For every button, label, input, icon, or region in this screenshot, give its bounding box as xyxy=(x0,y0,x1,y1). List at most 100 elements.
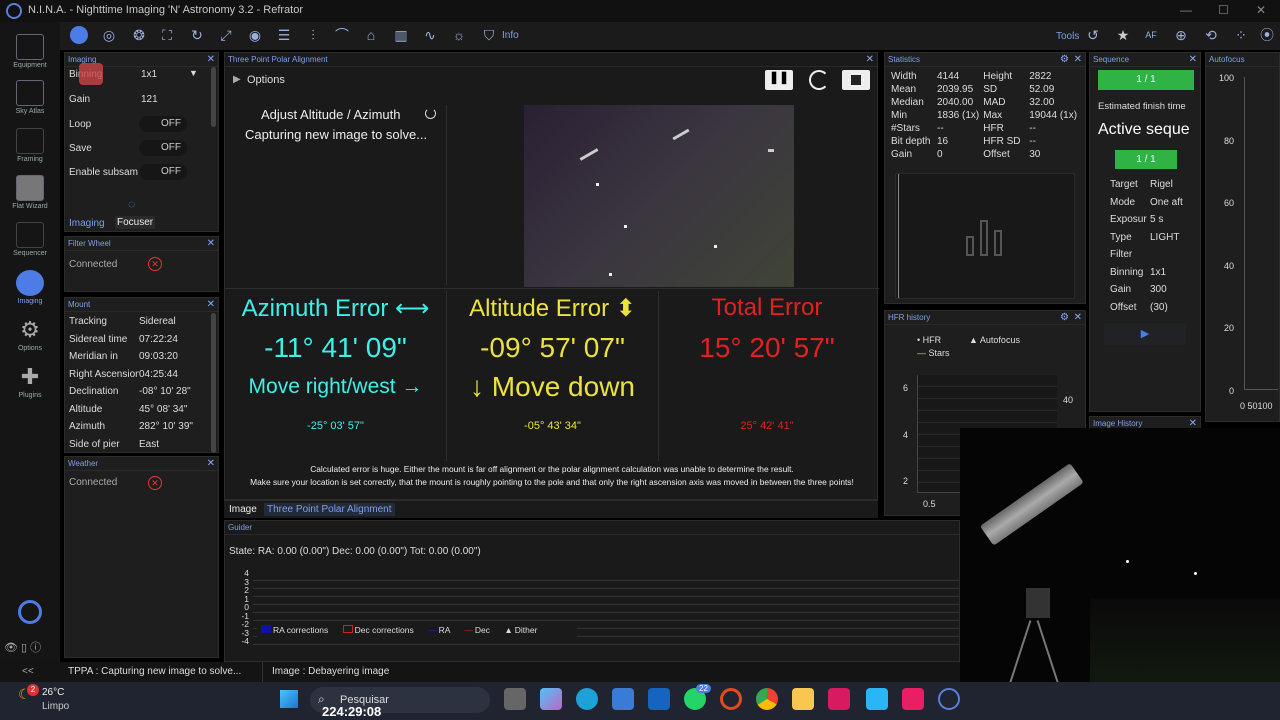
app-icon[interactable] xyxy=(902,688,924,710)
info-label[interactable]: Info xyxy=(502,30,519,41)
close-icon[interactable]: ✕ xyxy=(1189,53,1197,66)
pause-button[interactable]: ❚❚ xyxy=(765,70,793,90)
sequence-icon[interactable]: ☰ xyxy=(275,26,293,44)
edge-icon[interactable] xyxy=(576,688,598,710)
azimuth-error-value: -11° 41' 09" xyxy=(264,332,407,363)
nav-equipment[interactable]: Equipment xyxy=(0,34,60,69)
y-tick: 100 xyxy=(1218,73,1234,83)
loop-toggle[interactable]: OFF xyxy=(139,116,187,132)
tab-tppa[interactable]: Three Point Polar Alignment xyxy=(264,503,395,516)
rotator-icon[interactable]: ↻ xyxy=(188,26,206,44)
nav-sequencer[interactable]: Sequencer xyxy=(0,222,60,257)
tools-label[interactable]: Tools xyxy=(1056,31,1079,42)
spinner-icon[interactable]: ↺ xyxy=(1084,26,1102,44)
connection-status: Connected xyxy=(69,477,118,488)
nina-taskbar-icon[interactable] xyxy=(938,688,960,710)
statistics-row: Gain 0 Offset 30 xyxy=(891,148,1081,161)
histogram-icon[interactable]: ▥ xyxy=(392,26,410,44)
star-icon[interactable]: ★ xyxy=(1114,26,1132,44)
chrome-icon[interactable] xyxy=(756,688,778,710)
nav-plugins[interactable]: ✚ Plugins xyxy=(0,364,60,399)
crosshair-icon[interactable]: ⊕ xyxy=(1172,26,1190,44)
disconnected-icon: ✕ xyxy=(148,257,162,271)
mount-field-label: Declination xyxy=(69,386,119,397)
autofocus-icon[interactable]: AF xyxy=(1142,26,1160,44)
app-icon[interactable] xyxy=(648,688,670,710)
minimize-icon[interactable]: — xyxy=(1180,3,1192,17)
settings-icon[interactable]: ⚙ xyxy=(1060,311,1069,324)
history-icon[interactable]: ⟲ xyxy=(1202,26,1220,44)
copilot-icon[interactable] xyxy=(540,688,562,710)
shield-icon[interactable]: ⛉ xyxy=(480,26,498,44)
stop-button[interactable] xyxy=(842,70,870,90)
nav-options[interactable]: ⚙ Options xyxy=(0,317,60,352)
waveform-icon[interactable]: ∿ xyxy=(421,26,439,44)
view-icons[interactable]: 👁 ▯ ⓘ xyxy=(4,639,41,655)
star-trail xyxy=(768,149,774,152)
divider xyxy=(225,288,879,289)
task-view-icon[interactable] xyxy=(504,688,526,710)
close-icon[interactable]: ✕ xyxy=(866,53,874,66)
binning-select[interactable]: 1x1 xyxy=(141,69,157,80)
app-icon[interactable] xyxy=(828,688,850,710)
windows-start-icon[interactable] xyxy=(280,690,298,708)
guider-icon[interactable]: ◉ xyxy=(246,26,264,44)
target-icon[interactable]: ⦿ xyxy=(1258,26,1276,44)
dome-icon[interactable]: ⌒ xyxy=(333,26,351,44)
chevron-right-icon[interactable]: ▶ xyxy=(233,74,241,85)
close-icon[interactable]: ✕ xyxy=(207,53,215,66)
sliders-icon[interactable]: ⫶ xyxy=(304,26,322,44)
aperture-icon[interactable]: ◎ xyxy=(100,26,118,44)
nav-framing[interactable]: Framing xyxy=(0,128,60,163)
sequence-field-value: 300 xyxy=(1150,284,1167,295)
stat-label: Bit depth xyxy=(891,136,931,147)
total-target: 25° 42' 41" xyxy=(740,420,794,432)
settings-icon[interactable]: ⚙ xyxy=(1060,53,1069,66)
document-tabs: Image Three Point Polar Alignment xyxy=(224,500,878,518)
opera-icon[interactable] xyxy=(720,688,742,710)
tab-imaging[interactable]: Imaging xyxy=(69,218,105,229)
telescope-icon[interactable]: ⤢ xyxy=(217,26,235,44)
tab-image[interactable]: Image xyxy=(229,504,257,515)
maximize-icon[interactable]: ☐ xyxy=(1218,3,1229,17)
nav-imaging[interactable]: Imaging xyxy=(0,270,60,305)
gain-input[interactable]: 121 xyxy=(141,94,158,105)
stat-value: 4144 xyxy=(937,71,960,82)
close-icon[interactable]: ✕ xyxy=(1074,53,1082,66)
close-icon[interactable]: ✕ xyxy=(1074,311,1082,324)
mount-field-label: Meridian in xyxy=(69,351,118,362)
notification-badge: 2 xyxy=(27,684,39,696)
x-tick: 0.5 xyxy=(923,499,936,509)
close-icon[interactable]: ✕ xyxy=(207,457,215,470)
close-icon[interactable]: ✕ xyxy=(207,237,215,250)
observatory-icon[interactable]: ⌂ xyxy=(362,26,380,44)
save-toggle[interactable]: OFF xyxy=(139,140,187,156)
tab-focuser[interactable]: Focuser xyxy=(115,216,156,229)
star-trail xyxy=(579,148,599,161)
close-icon[interactable]: ✕ xyxy=(1256,3,1266,17)
camera-icon[interactable] xyxy=(70,26,88,44)
nav-sky-atlas[interactable]: Sky Atlas xyxy=(0,80,60,115)
grid-icon[interactable]: ⁘ xyxy=(1232,26,1250,44)
stat-value: 0 xyxy=(937,149,943,160)
azimuth-target: -25° 03' 57" xyxy=(307,420,364,432)
nav-flat-wizard[interactable]: Flat Wizard xyxy=(0,175,60,210)
subsample-toggle[interactable]: OFF xyxy=(139,164,187,180)
scrollbar[interactable] xyxy=(211,313,216,453)
close-icon[interactable]: ✕ xyxy=(207,298,215,311)
mount-field-value: 282° 10' 39" xyxy=(139,421,193,432)
bulb-icon[interactable]: ☼ xyxy=(450,26,468,44)
store-icon[interactable] xyxy=(612,688,634,710)
collapse-nav-button[interactable]: << xyxy=(22,666,34,677)
focus-icon[interactable]: ⛶ xyxy=(158,26,176,44)
app-icon[interactable] xyxy=(866,688,888,710)
filter-icon[interactable]: ❂ xyxy=(130,26,148,44)
record-icon[interactable] xyxy=(79,63,103,85)
play-button[interactable]: ▶ xyxy=(1104,323,1186,345)
chevron-down-icon[interactable]: ▼ xyxy=(189,68,198,78)
options-toggle[interactable]: Options xyxy=(247,74,285,86)
scrollbar[interactable] xyxy=(211,67,216,127)
bar-chart-icon xyxy=(994,230,1002,256)
power-icon[interactable] xyxy=(18,600,42,624)
file-explorer-icon[interactable] xyxy=(792,688,814,710)
